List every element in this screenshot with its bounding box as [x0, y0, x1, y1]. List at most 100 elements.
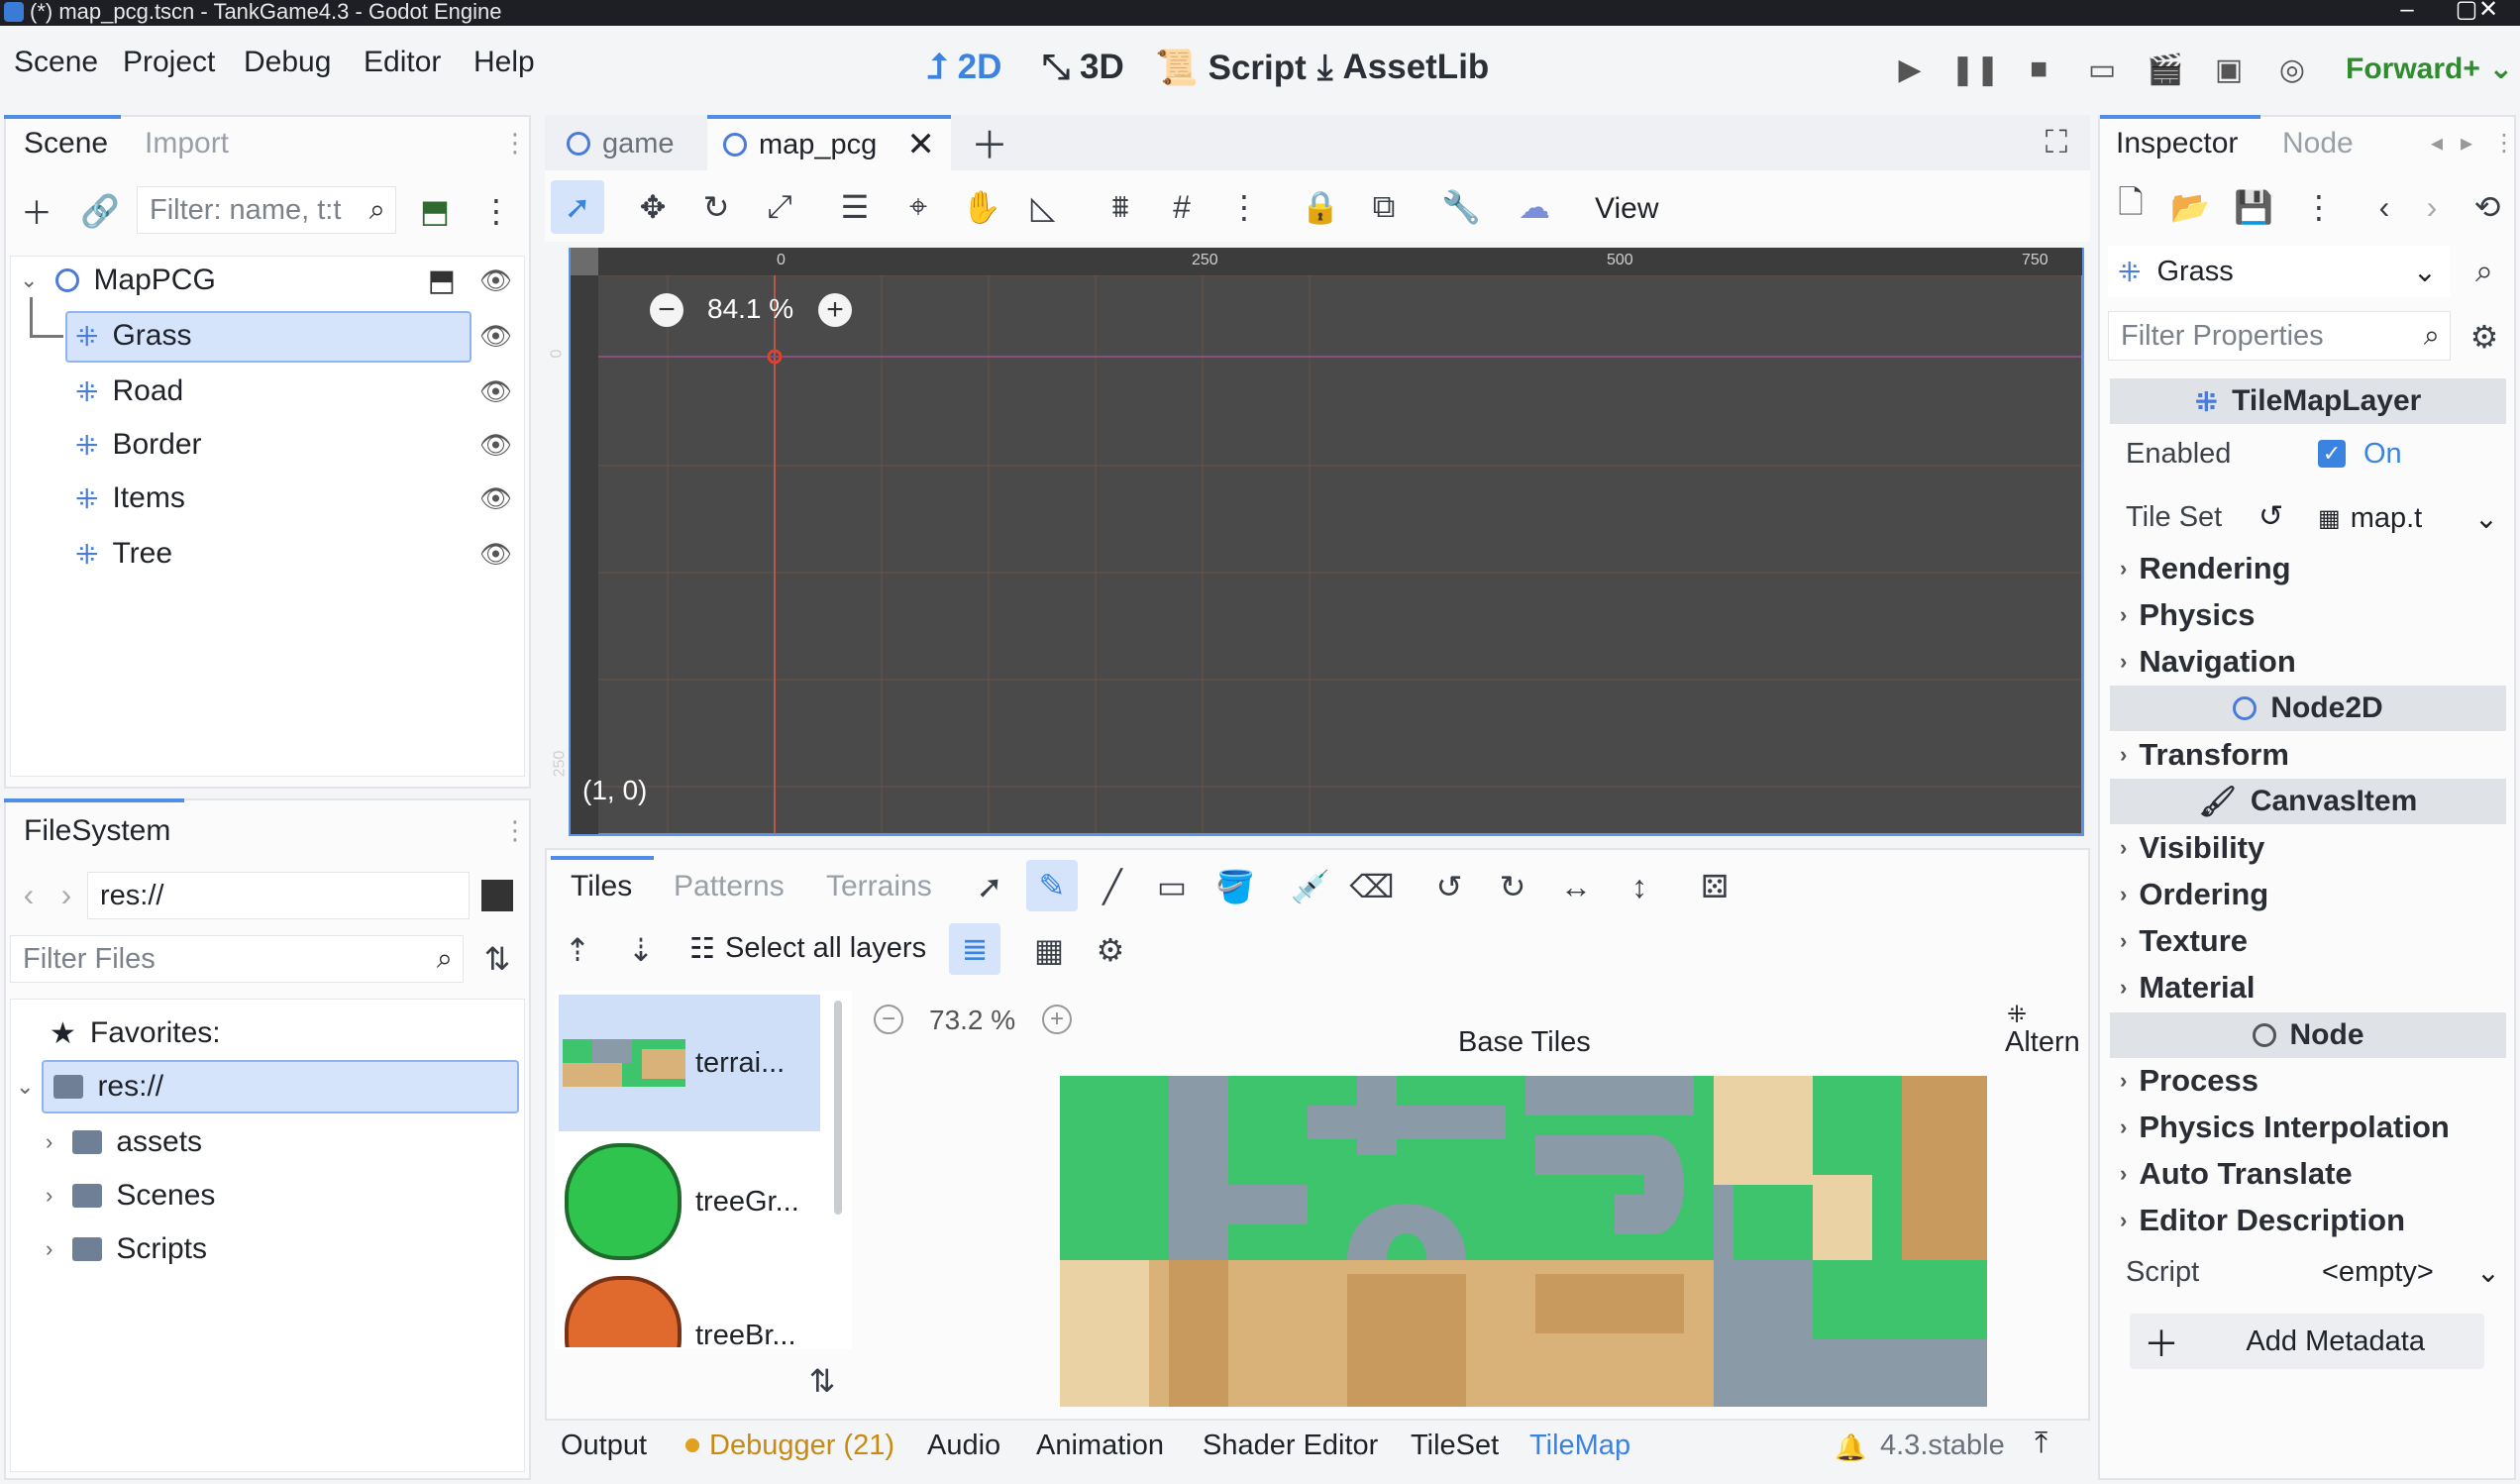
tree-item-root[interactable]: ⌄ MapPCG ⬒: [10, 256, 525, 305]
tab-node[interactable]: Node: [2282, 127, 2354, 160]
folder-scripts[interactable]: › Scripts: [46, 1224, 561, 1274]
dock-menu-icon[interactable]: ⋮: [502, 123, 528, 162]
select-all-layers-button[interactable]: ☷ Select all layers: [689, 931, 926, 966]
tab-tilemap[interactable]: TileMap: [1529, 1430, 1630, 1462]
chevron-down-icon[interactable]: ⌄: [20, 267, 38, 293]
sort-sources-icon[interactable]: ⇅: [802, 1361, 842, 1401]
tree-item-items[interactable]: ⁜ Items: [75, 474, 472, 523]
dock-move-right-icon[interactable]: ▸: [2461, 129, 2472, 158]
tab-filesystem[interactable]: FileSystem: [24, 814, 170, 848]
chevron-down-icon[interactable]: ⌄: [16, 1074, 34, 1100]
chevron-right-icon[interactable]: ›: [46, 1236, 52, 1262]
section-texture[interactable]: › Texture: [2110, 919, 2506, 963]
ruler-icon[interactable]: ◺: [1020, 184, 1066, 230]
close-tab-icon[interactable]: ✕: [906, 125, 935, 164]
tab-assetlib[interactable]: ⤓ AssetLib: [1317, 48, 1489, 87]
version-label[interactable]: 4.3.stable: [1880, 1430, 2005, 1462]
list-select-icon[interactable]: ☰: [832, 184, 878, 230]
section-material[interactable]: › Material: [2110, 966, 2506, 1009]
bell-icon[interactable]: 🔔: [1835, 1432, 1866, 1463]
rect-tool-icon[interactable]: ▭: [1149, 864, 1195, 909]
favorites-row[interactable]: ★ Favorites:: [50, 1008, 565, 1058]
tab-terrains[interactable]: Terrains: [826, 870, 932, 903]
select-mode-icon[interactable]: ➚: [551, 180, 604, 234]
tree-item-tree[interactable]: ⁜ Tree: [75, 529, 472, 579]
visibility-eye-icon[interactable]: 👁: [479, 539, 512, 570]
play-icon[interactable]: ▶: [1888, 50, 1932, 89]
tab-2d[interactable]: ⮥ 2D: [927, 48, 1001, 87]
tree-item-border[interactable]: ⁜ Border: [75, 420, 472, 470]
section-rendering[interactable]: › Rendering: [2110, 547, 2506, 590]
remote-debug-icon[interactable]: ▭: [2080, 50, 2124, 89]
tab-tileset[interactable]: TileSet: [1411, 1430, 1499, 1462]
add-metadata-button[interactable]: ＋ Add Metadata: [2130, 1314, 2484, 1369]
class-header-node2d[interactable]: Node2D: [2110, 686, 2506, 731]
visibility-eye-icon[interactable]: 👁: [479, 376, 512, 407]
eraser-tool-icon[interactable]: ⌫: [1349, 864, 1395, 909]
tab-tiles[interactable]: Tiles: [571, 870, 632, 903]
property-options-icon[interactable]: ⚙: [2463, 315, 2506, 359]
atlas-tiles-image[interactable]: [1060, 1076, 1987, 1407]
visibility-eye-icon[interactable]: 👁: [479, 483, 512, 514]
class-header-tilemaplayer[interactable]: ⁜ TileMapLayer: [2110, 378, 2506, 424]
section-process[interactable]: › Process: [2110, 1059, 2506, 1103]
tab-scene[interactable]: Scene: [24, 127, 108, 160]
split-view-icon[interactable]: [481, 880, 513, 911]
tile-settings-icon[interactable]: ⚙: [1088, 927, 1133, 973]
pause-icon[interactable]: ❚❚: [1950, 50, 2000, 89]
renderer-selector[interactable]: Forward+ ⌄: [2346, 52, 2513, 86]
lock-icon[interactable]: 🔒: [1298, 184, 1343, 230]
move-mode-icon[interactable]: ✥: [630, 184, 676, 230]
zoom-out-icon[interactable]: −: [650, 293, 683, 327]
folder-res[interactable]: ⌄ res://: [16, 1062, 531, 1112]
highlight-layer-icon[interactable]: ≣: [949, 923, 1000, 975]
bucket-tool-icon[interactable]: 🪣: [1212, 864, 1258, 909]
viewport-zoom[interactable]: 84.1 %: [707, 293, 793, 325]
filter-files-input[interactable]: Filter Files ⌕: [10, 935, 464, 983]
scene-menu-icon[interactable]: ⋮: [475, 190, 517, 232]
open-resource-icon[interactable]: 📂: [2169, 186, 2211, 228]
zoom-out-icon[interactable]: −: [874, 1005, 903, 1034]
particles-icon[interactable]: ☁: [1512, 184, 1557, 230]
tab-inspector[interactable]: Inspector: [2116, 127, 2238, 160]
snap-options-icon[interactable]: ⋮: [1224, 184, 1264, 230]
enabled-checkbox[interactable]: ✓: [2318, 440, 2346, 468]
filter-properties-input[interactable]: Filter Properties ⌕: [2108, 311, 2451, 361]
section-editor-description[interactable]: › Editor Description: [2110, 1199, 2506, 1242]
visibility-eye-icon[interactable]: 👁: [479, 265, 512, 296]
instance-scene-icon[interactable]: ⬒: [414, 190, 456, 232]
revert-icon[interactable]: ↺: [2258, 499, 2283, 534]
menu-scene[interactable]: Scene: [14, 46, 98, 79]
visibility-eye-icon[interactable]: 👁: [479, 430, 512, 461]
movie-maker-icon[interactable]: ◎: [2270, 50, 2314, 89]
dock-menu-icon[interactable]: ⋮: [502, 810, 528, 850]
dock-move-left-icon[interactable]: ◂: [2431, 129, 2443, 158]
section-physics[interactable]: › Physics: [2110, 593, 2506, 637]
add-tab-icon[interactable]: ＋: [967, 119, 1012, 167]
zoom-in-icon[interactable]: +: [818, 293, 852, 327]
distraction-free-icon[interactable]: ⛶: [2035, 121, 2078, 164]
tree-item-grass[interactable]: ⁜ Grass: [75, 311, 472, 361]
tab-script[interactable]: 📜 Script: [1155, 48, 1307, 88]
tab-import[interactable]: Import: [145, 127, 229, 160]
save-resource-icon[interactable]: 💾: [2233, 186, 2274, 228]
script-attached-icon[interactable]: ⬒: [428, 264, 456, 298]
tab-shader-editor[interactable]: Shader Editor: [1203, 1430, 1378, 1462]
source-item-tree-green[interactable]: treeGr...: [559, 1137, 820, 1266]
picker-tool-icon[interactable]: 💉: [1288, 864, 1333, 909]
minimize-button[interactable]: –: [2377, 0, 2437, 22]
flip-v-icon[interactable]: ↕: [1617, 864, 1662, 909]
smart-snap-icon[interactable]: ⩩: [1098, 184, 1143, 230]
folder-assets[interactable]: › assets: [46, 1117, 561, 1167]
line-tool-icon[interactable]: ╱: [1090, 864, 1135, 909]
back-icon[interactable]: ‹: [14, 874, 44, 915]
rotate-right-icon[interactable]: ↻: [1490, 864, 1535, 909]
tree-item-road[interactable]: ⁜ Road: [75, 367, 472, 416]
grid-toggle-icon[interactable]: ▦: [1026, 927, 1072, 973]
play-custom-scene-icon[interactable]: ▣: [2207, 50, 2251, 89]
pan-icon[interactable]: ✋: [959, 184, 1004, 230]
stop-icon[interactable]: ■: [2017, 50, 2060, 89]
menu-debug[interactable]: Debug: [244, 46, 331, 79]
section-auto-translate[interactable]: › Auto Translate: [2110, 1152, 2506, 1196]
add-node-icon[interactable]: ＋: [16, 190, 57, 232]
